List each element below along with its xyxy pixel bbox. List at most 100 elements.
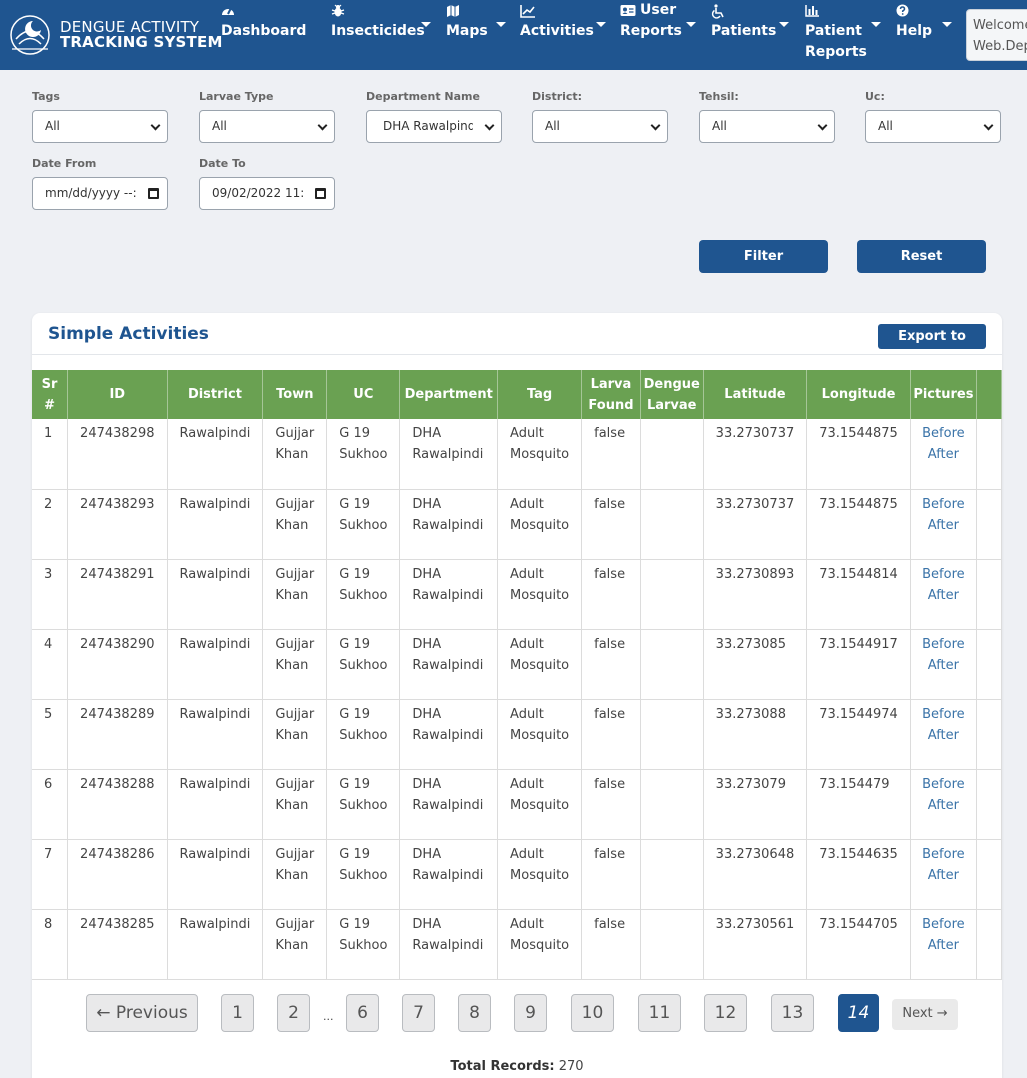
col-header-id[interactable]: ID	[67, 370, 168, 419]
after-picture-link[interactable]: After	[915, 725, 972, 746]
page-button-active[interactable]: 14	[838, 994, 879, 1032]
before-picture-link[interactable]: Before	[915, 914, 972, 935]
district-select[interactable]: All	[532, 110, 668, 143]
nav-user-reports[interactable]: User Reports	[620, 2, 682, 42]
brand-title[interactable]: DENGUE ACTIVITY TRACKING SYSTEM	[60, 20, 223, 50]
before-picture-link[interactable]: Before	[915, 774, 972, 795]
cell-town: Gujjar Khan	[262, 909, 328, 980]
nav-insecticides[interactable]: Insecticides	[331, 4, 425, 42]
after-picture-link[interactable]: After	[915, 795, 972, 816]
table-row[interactable]: 2 247438293 Rawalpindi Gujjar Khan G 19 Sukhoo…	[32, 489, 1002, 560]
cell-department: DHA Rawalpindi	[399, 909, 499, 980]
nav-patients-label: Patients	[711, 23, 777, 39]
chevron-down-icon[interactable]	[421, 22, 431, 27]
col-header-larva-line1: Larva	[590, 376, 632, 392]
before-picture-link[interactable]: Before	[915, 423, 972, 444]
before-picture-link[interactable]: Before	[915, 634, 972, 655]
brand-line2: TRACKING SYSTEM	[60, 33, 223, 51]
page-button[interactable]: 1	[221, 994, 254, 1032]
nav-dashboard[interactable]: Dashboard	[221, 4, 306, 42]
page-button[interactable]: 13	[771, 994, 814, 1032]
before-picture-link[interactable]: Before	[915, 494, 972, 515]
col-header-department[interactable]: Department	[399, 370, 499, 419]
department-select[interactable]: DHA Rawalpindi	[366, 110, 502, 143]
larvae-type-select[interactable]: All	[199, 110, 335, 143]
page-button[interactable]: 10	[571, 994, 614, 1032]
nav-patient-reports[interactable]: Patient Reports	[805, 4, 867, 63]
page-button[interactable]: 2	[277, 994, 310, 1032]
chevron-down-icon[interactable]	[942, 22, 952, 27]
id-card-icon	[620, 4, 636, 17]
tags-select[interactable]: All	[32, 110, 168, 143]
chevron-down-icon[interactable]	[871, 22, 881, 27]
chevron-down-icon[interactable]	[779, 22, 789, 27]
uc-select[interactable]: All	[865, 110, 1001, 143]
before-picture-link[interactable]: Before	[915, 844, 972, 865]
filter-button[interactable]: Filter	[699, 240, 828, 273]
cell-district-text: Rawalpindi	[179, 636, 251, 652]
col-header-tag[interactable]: Tag	[497, 370, 583, 419]
calendar-icon[interactable]	[148, 188, 159, 199]
table-row[interactable]: 6 247438288 Rawalpindi Gujjar Khan G 19 Sukhoo…	[32, 769, 1002, 840]
col-header-pictures-text: Pictures	[913, 387, 974, 402]
col-header-sr[interactable]: Sr #	[32, 370, 69, 419]
nav-maps[interactable]: Maps	[446, 4, 488, 42]
welcome-user-box[interactable]: Welcome Web.Dep	[966, 9, 1027, 61]
table-row[interactable]: 3 247438291 Rawalpindi Gujjar Khan G 19 Sukhoo…	[32, 559, 1002, 630]
reset-button[interactable]: Reset	[857, 240, 986, 273]
page-button[interactable]: 11	[638, 994, 681, 1032]
cell-id-text: 247438298	[80, 426, 155, 441]
table-row[interactable]: 8 247438285 Rawalpindi Gujjar Khan G 19 Sukhoo…	[32, 909, 1002, 980]
cell-uc: G 19 Sukhoo	[326, 489, 401, 560]
after-picture-link[interactable]: After	[915, 585, 972, 606]
nav-help[interactable]: Help	[896, 4, 932, 42]
page-button[interactable]: 12	[704, 994, 747, 1032]
cell-town: Gujjar Khan	[262, 769, 328, 840]
col-header-uc[interactable]: UC	[326, 370, 401, 419]
chevron-down-icon[interactable]	[596, 22, 606, 27]
cell-department-line1: DHA	[412, 706, 442, 722]
cell-id: 247438288	[67, 769, 168, 840]
col-header-dengue-larvae[interactable]: Dengue Larvae	[640, 370, 704, 419]
cell-town-line2: Khan	[275, 517, 309, 533]
after-picture-link[interactable]: After	[915, 444, 972, 465]
tehsil-select[interactable]: All	[699, 110, 835, 143]
after-picture-link[interactable]: After	[915, 865, 972, 886]
col-header-pictures[interactable]: Pictures	[910, 370, 977, 419]
after-picture-link[interactable]: After	[915, 935, 972, 956]
table-row[interactable]: 4 247438290 Rawalpindi Gujjar Khan G 19 Sukhoo…	[32, 629, 1002, 700]
after-picture-link[interactable]: After	[915, 655, 972, 676]
export-to-excel-button[interactable]: Export to Excel	[878, 324, 986, 369]
chevron-down-icon[interactable]	[496, 22, 506, 27]
col-header-town[interactable]: Town	[262, 370, 328, 419]
cell-department-line1: DHA	[412, 776, 442, 792]
cell-tag: Adult Mosquito	[497, 489, 583, 560]
col-header-larva-found[interactable]: Larva Found	[581, 370, 641, 419]
before-picture-link[interactable]: Before	[915, 704, 972, 725]
page-button[interactable]: 9	[514, 994, 547, 1032]
date-from-input[interactable]: mm/dd/yyyy --:	[32, 177, 168, 210]
cell-sr-text: 7	[44, 846, 53, 862]
col-header-longitude[interactable]: Longitude	[806, 370, 911, 419]
after-picture-link[interactable]: After	[915, 515, 972, 536]
previous-page-button[interactable]: ← Previous	[86, 994, 198, 1032]
cell-tag-line1: Adult	[510, 916, 544, 932]
col-header-district[interactable]: District	[167, 370, 264, 419]
page-button[interactable]: 6	[346, 994, 379, 1032]
table-row[interactable]: 1 247438298 Rawalpindi Gujjar Khan G 19 Sukhoo…	[32, 419, 1002, 490]
chevron-down-icon[interactable]	[686, 22, 696, 27]
cell-department-line2: Rawalpindi	[412, 797, 484, 813]
nav-patients[interactable]: Patients	[711, 4, 776, 42]
cell-larva-found-text: false	[594, 426, 626, 441]
table-row[interactable]: 5 247438289 Rawalpindi Gujjar Khan G 19 Sukhoo…	[32, 699, 1002, 770]
cell-uc-line2: Sukhoo	[339, 517, 388, 533]
date-to-input[interactable]: 09/02/2022 11:	[199, 177, 335, 210]
page-button[interactable]: 8	[458, 994, 491, 1032]
before-picture-link[interactable]: Before	[915, 564, 972, 585]
page-button[interactable]: 7	[402, 994, 435, 1032]
calendar-icon[interactable]	[315, 188, 326, 199]
table-row[interactable]: 7 247438286 Rawalpindi Gujjar Khan G 19 Sukhoo…	[32, 839, 1002, 910]
next-page-button[interactable]: Next →	[892, 999, 958, 1030]
nav-activities[interactable]: Activities	[520, 4, 594, 42]
col-header-latitude[interactable]: Latitude	[703, 370, 808, 419]
